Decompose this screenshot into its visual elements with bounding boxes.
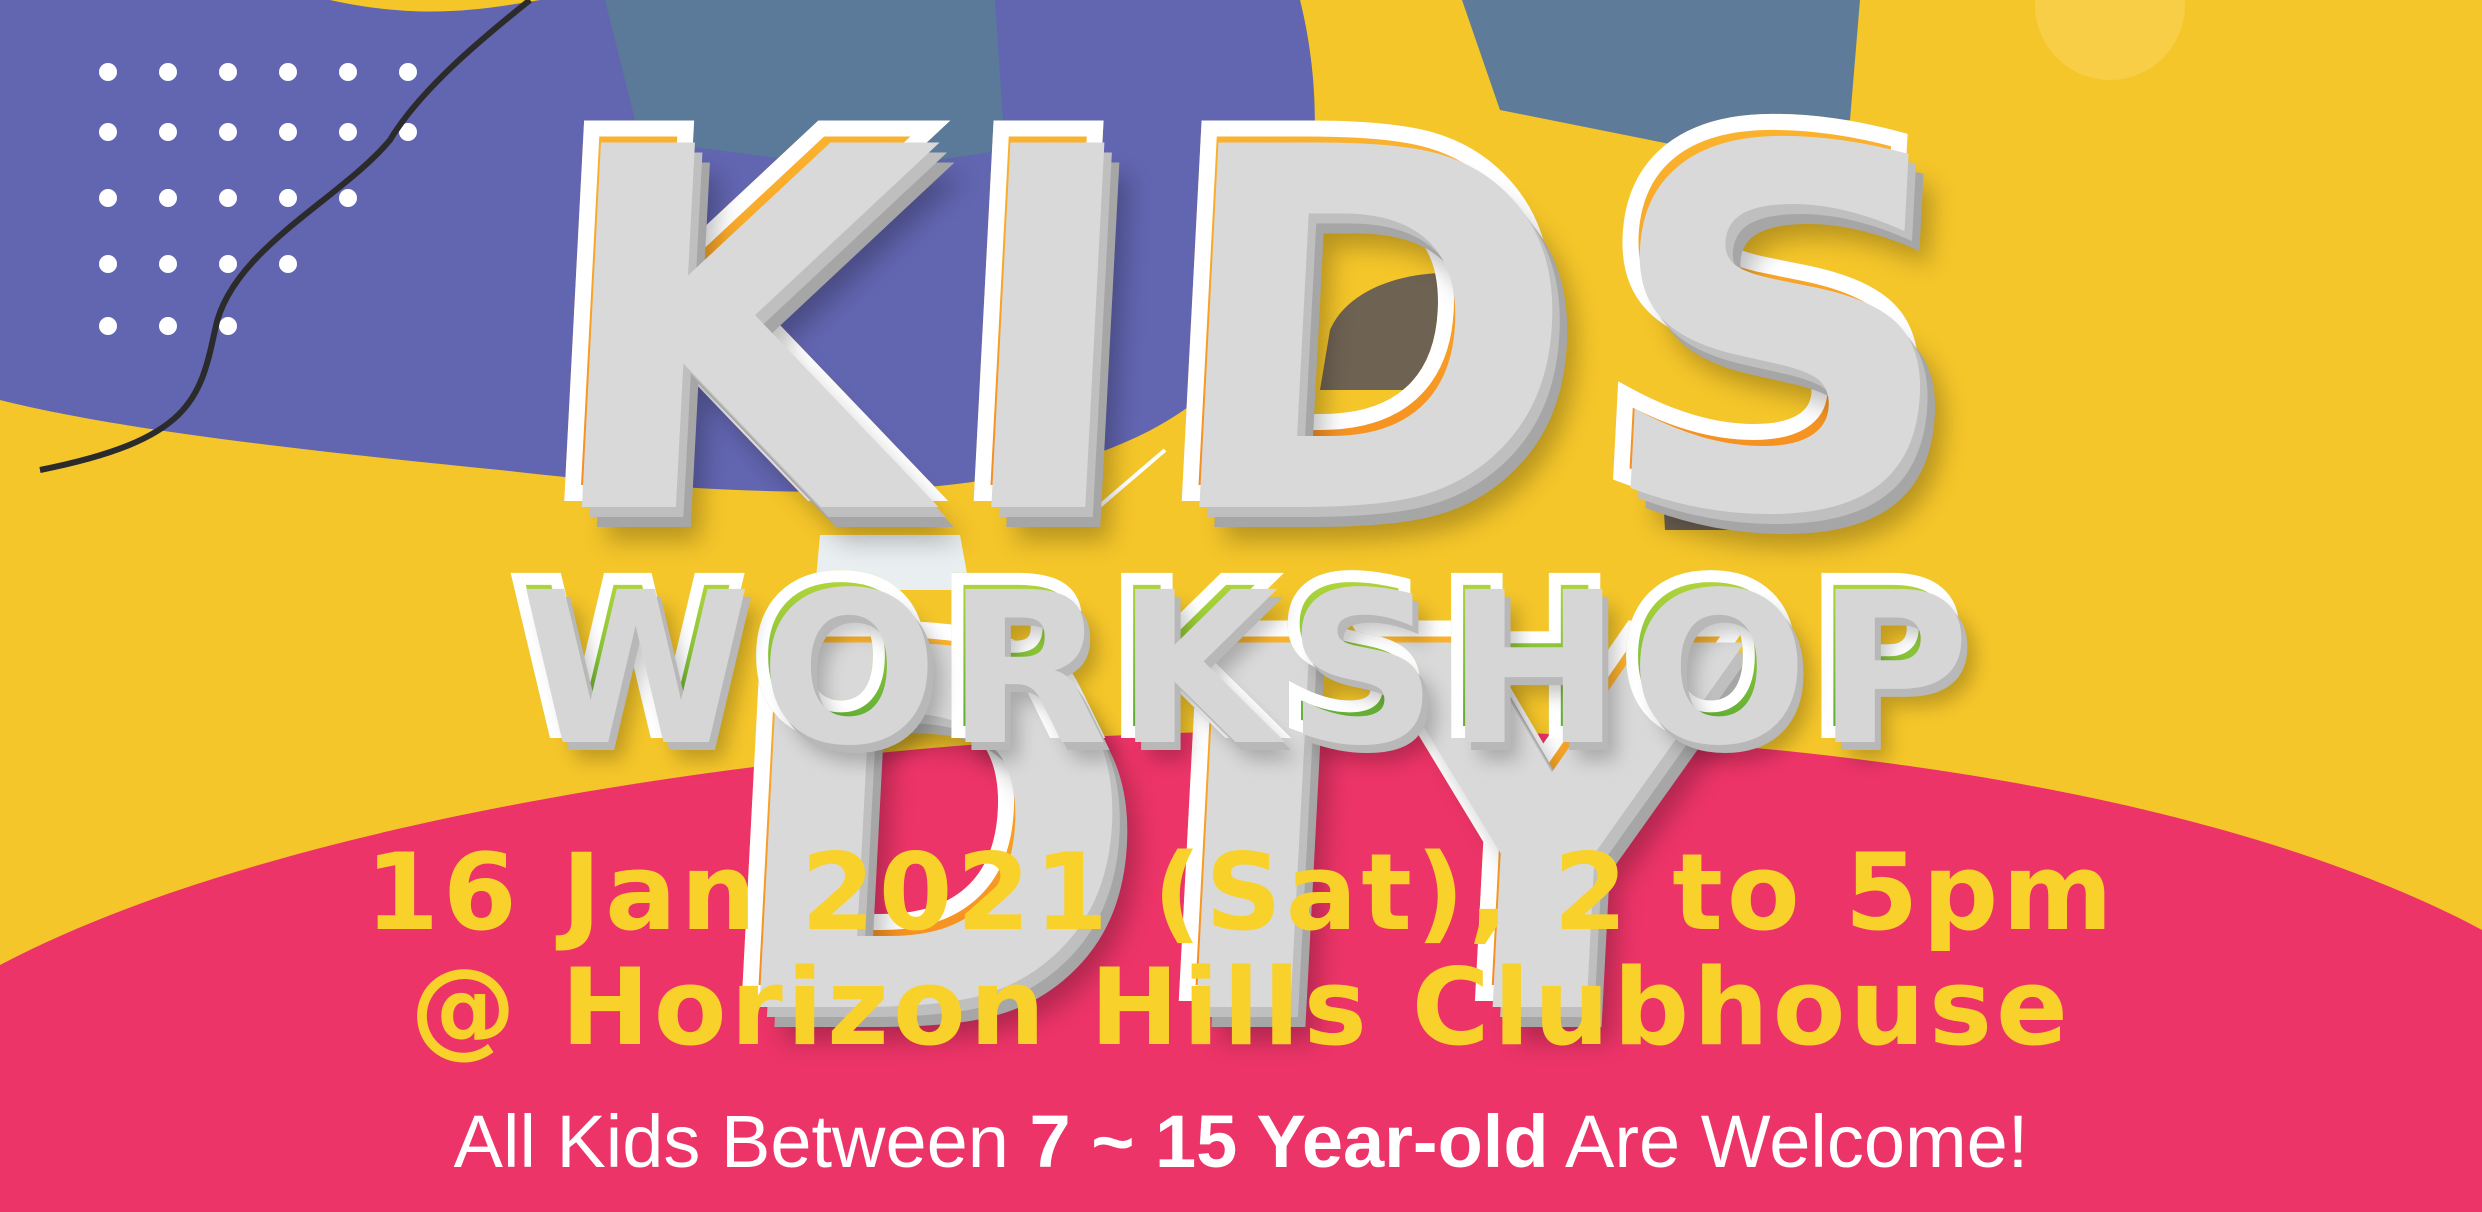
subtitle-text: WORKSHOP: [506, 537, 1971, 782]
age-range: 7 ~ 15 Year-old: [1029, 1100, 1549, 1183]
event-venue: @ Horizon Hills Clubhouse: [410, 946, 2072, 1069]
age-note-prefix: All Kids Between: [453, 1100, 1030, 1183]
faint-circle: [2035, 0, 2185, 80]
age-note: All Kids Between 7 ~ 15 Year-old Are Wel…: [0, 1105, 2482, 1179]
subtitle-workshop: WORKSHOP: [0, 549, 2482, 771]
age-note-suffix: Are Welcome!: [1548, 1100, 2029, 1183]
event-date: 16 Jan 2021 (Sat), 2 to 5pm: [365, 831, 2117, 954]
